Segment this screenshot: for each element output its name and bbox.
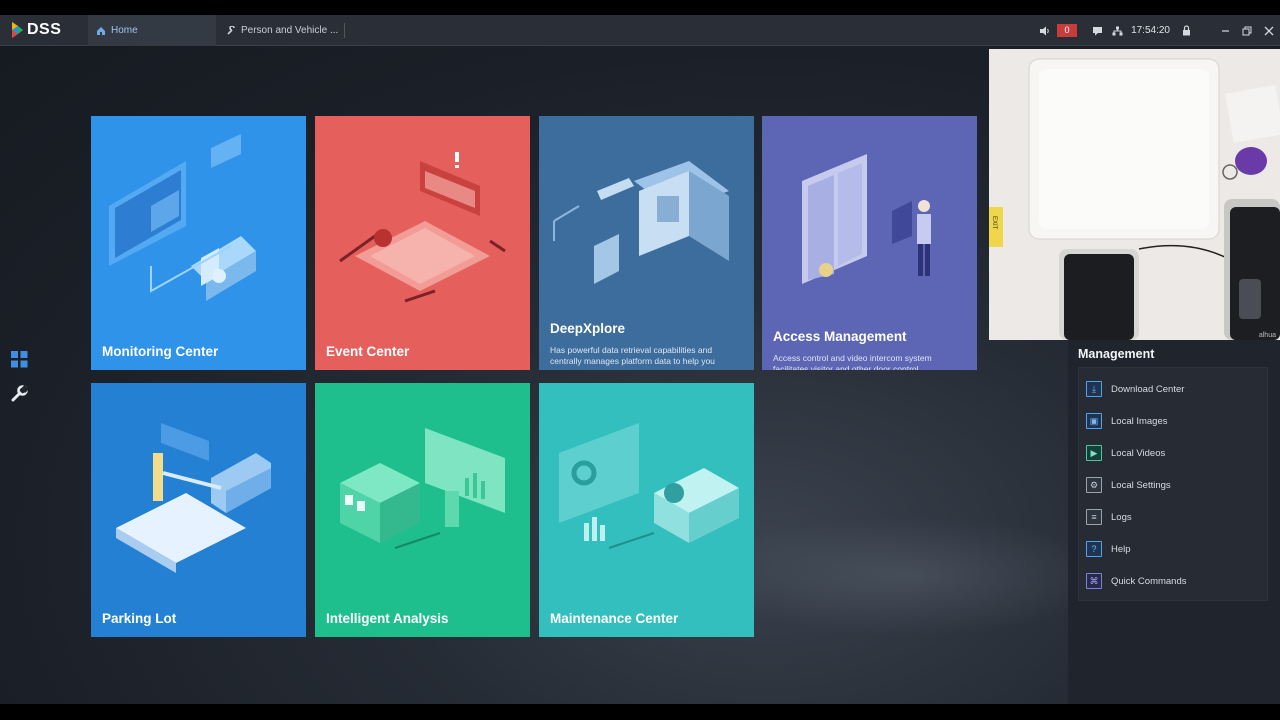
- camera-overlay: alhua EXIT: [989, 49, 1280, 340]
- dss-logo-icon: [12, 22, 23, 38]
- tile-monitoring-center[interactable]: Monitoring Center: [91, 116, 306, 370]
- management-item-label: Quick Commands: [1111, 575, 1187, 587]
- management-item-local-settings[interactable]: ⚙ Local Settings: [1086, 474, 1171, 496]
- left-nav: [0, 342, 38, 410]
- alarm-count-badge[interactable]: 0: [1057, 24, 1078, 37]
- tile-description: Access control and video intercom system…: [773, 353, 932, 370]
- tools-wrench-icon[interactable]: [0, 376, 38, 410]
- management-item-label: Local Settings: [1111, 479, 1171, 491]
- management-item-help[interactable]: ? Help: [1086, 538, 1131, 560]
- management-list: ⤓ Download Center ▣ Local Images ▶ Local…: [1078, 367, 1268, 601]
- wrench-icon: [227, 25, 235, 35]
- tile-title: Maintenance Center: [550, 611, 679, 626]
- tile-title: Monitoring Center: [102, 344, 219, 359]
- lock-icon[interactable]: [1177, 22, 1195, 40]
- tab-separator: [344, 23, 345, 38]
- tile-title: Event Center: [326, 344, 410, 359]
- management-item-download-center[interactable]: ⤓ Download Center: [1086, 378, 1184, 400]
- management-item-label: Help: [1111, 543, 1131, 555]
- management-item-label: Local Images: [1111, 415, 1168, 427]
- tile-title: Parking Lot: [102, 611, 177, 626]
- tab-person-and-vehicle[interactable]: Person and Vehicle ...: [218, 15, 344, 46]
- event-illustration: [339, 152, 506, 303]
- tile-intelligent-analysis[interactable]: Intelligent Analysis: [315, 383, 530, 637]
- maintenance-illustration: [559, 423, 739, 549]
- tile-access-management[interactable]: Access Management Access control and vid…: [762, 116, 977, 370]
- analysis-illustration: [340, 428, 505, 549]
- top-letterbox: [0, 0, 1280, 15]
- download-icon: ⤓: [1086, 381, 1102, 397]
- minimize-icon[interactable]: [1214, 15, 1236, 46]
- logo-text: DSS: [27, 21, 62, 38]
- tile-deepxplore[interactable]: DeepXplore Has powerful data retrieval c…: [539, 116, 754, 370]
- management-item-local-images[interactable]: ▣ Local Images: [1086, 410, 1168, 432]
- device-brand-label: alhua: [1258, 332, 1276, 339]
- speaker-icon[interactable]: [1036, 22, 1054, 40]
- management-item-label: Logs: [1111, 511, 1132, 523]
- management-item-logs[interactable]: ≡ Logs: [1086, 506, 1132, 528]
- dss-logo: DSS: [10, 21, 61, 39]
- parking-illustration: [116, 423, 271, 573]
- tab-home-label: Home: [111, 25, 138, 36]
- exit-label: EXIT: [991, 216, 997, 230]
- message-icon[interactable]: [1088, 22, 1106, 40]
- tile-event-center[interactable]: Event Center: [315, 116, 530, 370]
- titlebar-right-tools: 0 17:54:20: [1035, 15, 1280, 46]
- management-item-label: Local Videos: [1111, 447, 1166, 459]
- management-item-local-videos[interactable]: ▶ Local Videos: [1086, 442, 1165, 464]
- tile-maintenance-center[interactable]: Maintenance Center: [539, 383, 754, 637]
- management-title: Management: [1078, 347, 1155, 361]
- video-icon: ▶: [1086, 445, 1102, 461]
- management-item-quick-commands[interactable]: ⌘ Quick Commands: [1086, 570, 1187, 592]
- command-icon: ⌘: [1086, 573, 1102, 589]
- tab-person-and-vehicle-label: Person and Vehicle ...: [241, 25, 339, 36]
- apps-grid-icon[interactable]: [0, 342, 38, 376]
- access-controller-photo: [989, 49, 1280, 340]
- title-bar: DSS Home Person and Vehicle ... 0 17:54:…: [0, 15, 1280, 46]
- tile-description: Has powerful data retrieval capabilities…: [550, 345, 715, 366]
- management-item-label: Download Center: [1111, 383, 1185, 395]
- restore-icon[interactable]: [1236, 15, 1258, 46]
- help-icon: ?: [1086, 541, 1102, 557]
- bottom-letterbox: [0, 704, 1280, 720]
- close-icon[interactable]: [1258, 15, 1280, 46]
- log-icon: ≡: [1086, 509, 1102, 525]
- image-icon: ▣: [1086, 413, 1102, 429]
- home-icon: [97, 26, 105, 35]
- tile-parking-lot[interactable]: Parking Lot: [91, 383, 306, 637]
- tile-title: Access Management: [773, 329, 907, 344]
- management-panel: Management ⤓ Download Center ▣ Local Ima…: [1068, 340, 1280, 704]
- tab-home[interactable]: Home: [88, 15, 216, 46]
- network-icon[interactable]: [1108, 22, 1126, 40]
- background-light: [700, 516, 1120, 636]
- settings-icon: ⚙: [1086, 477, 1102, 493]
- tile-title: Intelligent Analysis: [326, 611, 449, 626]
- monitoring-illustration: [109, 134, 256, 301]
- clock-time: 17:54:20: [1131, 25, 1170, 36]
- tile-title: DeepXplore: [550, 321, 626, 336]
